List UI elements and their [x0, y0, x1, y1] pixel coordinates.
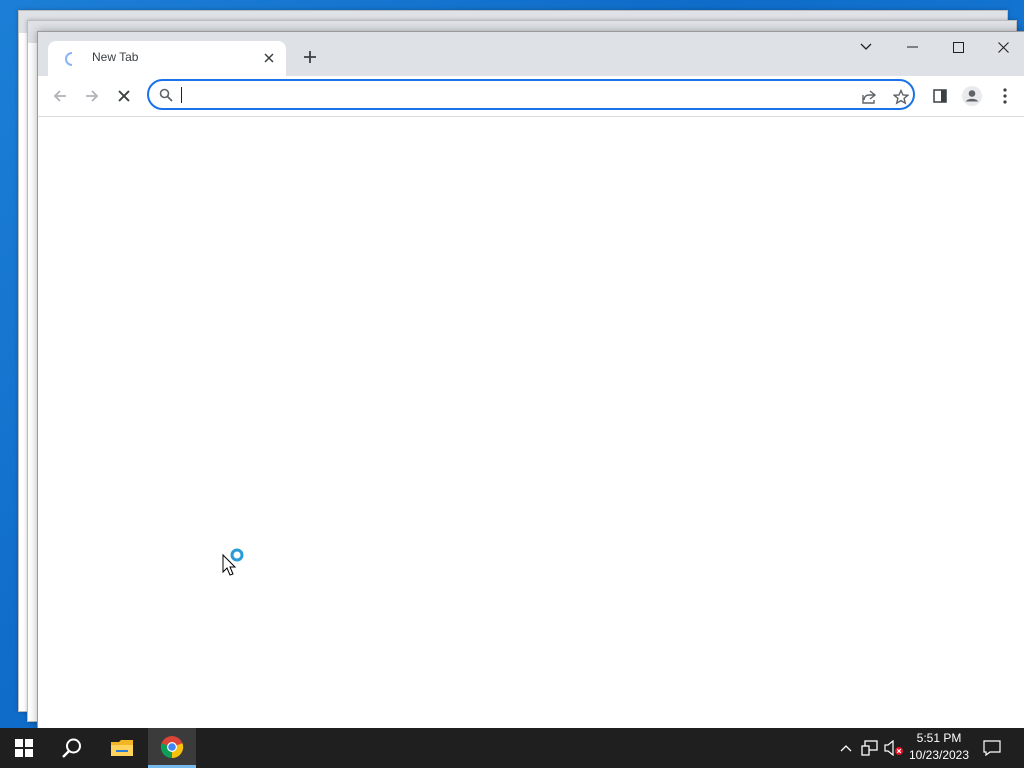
- forward-arrow-icon[interactable]: [78, 82, 106, 110]
- taskbar-clock[interactable]: 5:51 PM 10/23/2023: [902, 730, 976, 766]
- tab-title: New Tab: [92, 50, 139, 64]
- kebab-menu-icon[interactable]: [993, 84, 1017, 108]
- browser-toolbar: [38, 76, 1024, 117]
- profile-icon[interactable]: [960, 84, 984, 108]
- notification-icon[interactable]: [978, 728, 1006, 768]
- busy-cursor-icon: [222, 548, 248, 581]
- maximize-icon[interactable]: [935, 32, 981, 62]
- search-icon[interactable]: [48, 728, 96, 768]
- side-panel-icon[interactable]: [928, 84, 952, 108]
- address-bar[interactable]: [147, 79, 915, 110]
- chrome-icon[interactable]: [148, 728, 196, 768]
- taskbar: 5:51 PM 10/23/2023: [0, 728, 1024, 768]
- loading-spinner-icon: [64, 51, 80, 67]
- search-icon: [159, 88, 173, 107]
- address-input[interactable]: [181, 85, 785, 107]
- network-icon[interactable]: [859, 728, 881, 768]
- back-arrow-icon[interactable]: [46, 82, 74, 110]
- windows-start-icon[interactable]: [0, 728, 48, 768]
- tab-strip: New Tab: [38, 32, 1024, 76]
- close-icon[interactable]: [980, 32, 1024, 62]
- file-explorer-icon[interactable]: [98, 728, 146, 768]
- text-caret: [181, 87, 182, 103]
- clock-time: 5:51 PM: [916, 731, 962, 745]
- chevron-up-icon[interactable]: [836, 728, 856, 768]
- chevron-down-icon[interactable]: [843, 32, 889, 62]
- chrome-window: New Tab: [37, 31, 1024, 729]
- tab-new-tab[interactable]: New Tab: [48, 41, 286, 76]
- page-content[interactable]: [38, 117, 1024, 729]
- share-icon[interactable]: [859, 87, 879, 107]
- stop-icon[interactable]: [110, 82, 138, 110]
- minimize-icon[interactable]: [889, 32, 935, 62]
- close-icon[interactable]: [260, 49, 278, 67]
- star-icon[interactable]: [891, 87, 911, 107]
- clock-date: 10/23/2023: [908, 748, 970, 762]
- plus-icon[interactable]: [296, 44, 324, 70]
